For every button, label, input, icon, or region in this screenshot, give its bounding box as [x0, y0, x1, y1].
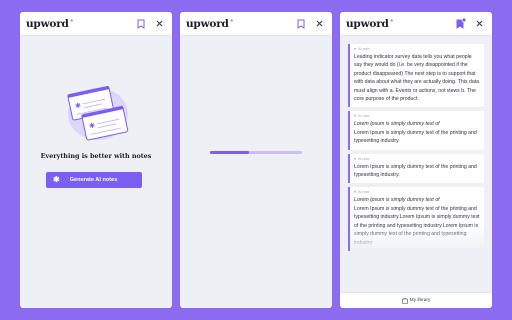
library-icon	[401, 297, 408, 304]
note-text: Lorem Ipsum is simply dummy text of Lorem…	[354, 121, 477, 145]
bookmark-icon[interactable]	[134, 17, 148, 31]
notification-dot-icon	[461, 18, 466, 23]
my-library-label: My library	[409, 298, 431, 303]
note-card[interactable]: ♥ AI note Lorem Ipsum is simply dummy tex…	[348, 153, 484, 184]
panel-header: upword+	[20, 12, 172, 36]
note-card[interactable]: ♥ AI note Lorem Ipsum is simply dummy tex…	[348, 187, 484, 252]
heart-icon: ♥	[354, 190, 357, 195]
bookmark-icon[interactable]	[294, 17, 308, 31]
sparkle-icon: ✱	[53, 175, 60, 184]
note-text: Lorem Ipsum is simply dummy text of Lorem…	[354, 197, 480, 246]
heart-icon: ♥	[354, 156, 357, 161]
empty-state-title: Everything is better with notes	[40, 152, 152, 160]
close-icon[interactable]	[312, 17, 326, 31]
note-tag: ♥ AI note	[354, 156, 370, 161]
note-tag: ♥ AI note	[354, 114, 370, 119]
panel-empty-state: upword+ ✱ ✱ Everything is better with no…	[20, 12, 172, 308]
note-lead: Lorem Ipsum is simply dummy text of	[354, 197, 440, 204]
note-card[interactable]: ♥ AI note Leading indicator survey data t…	[348, 44, 484, 108]
generate-ai-notes-button[interactable]: ✱ Generate AI notes	[46, 172, 142, 188]
panel-loading-state: upword+	[180, 12, 332, 308]
upword-logo: upword+	[186, 17, 234, 30]
note-tag: ♥ AI note	[354, 47, 370, 51]
note-tag: ♥ AI note	[354, 190, 370, 195]
bookmark-icon[interactable]	[454, 17, 468, 31]
note-card[interactable]: ♥ AI note Lorem Ipsum is simply dummy tex…	[348, 111, 484, 150]
close-icon[interactable]	[152, 17, 166, 31]
note-text: Lorem Ipsum is simply dummy text of the …	[354, 163, 477, 179]
panel-notes-list: upword+ ♥ AI note Leading indicator surve…	[340, 12, 492, 308]
loading-progress-fill	[210, 151, 249, 154]
heart-icon: ♥	[354, 47, 357, 51]
generate-button-label: Generate AI notes	[69, 177, 118, 183]
heart-icon: ♥	[354, 114, 357, 119]
notes-list: ♥ AI note Leading indicator survey data t…	[348, 44, 484, 288]
loading-progress-bar	[210, 151, 302, 154]
panel-header: upword+	[180, 12, 332, 36]
notes-illustration: ✱ ✱	[62, 80, 132, 149]
upword-logo: upword+	[26, 17, 74, 30]
note-text: Leading indicator survey data tells you …	[354, 54, 480, 103]
upword-logo: upword+	[346, 17, 394, 30]
my-library-button[interactable]: My library	[340, 292, 492, 308]
close-icon[interactable]	[472, 17, 486, 31]
panel-header: upword+	[340, 12, 492, 36]
note-lead: Lorem Ipsum is simply dummy text of	[354, 121, 440, 128]
